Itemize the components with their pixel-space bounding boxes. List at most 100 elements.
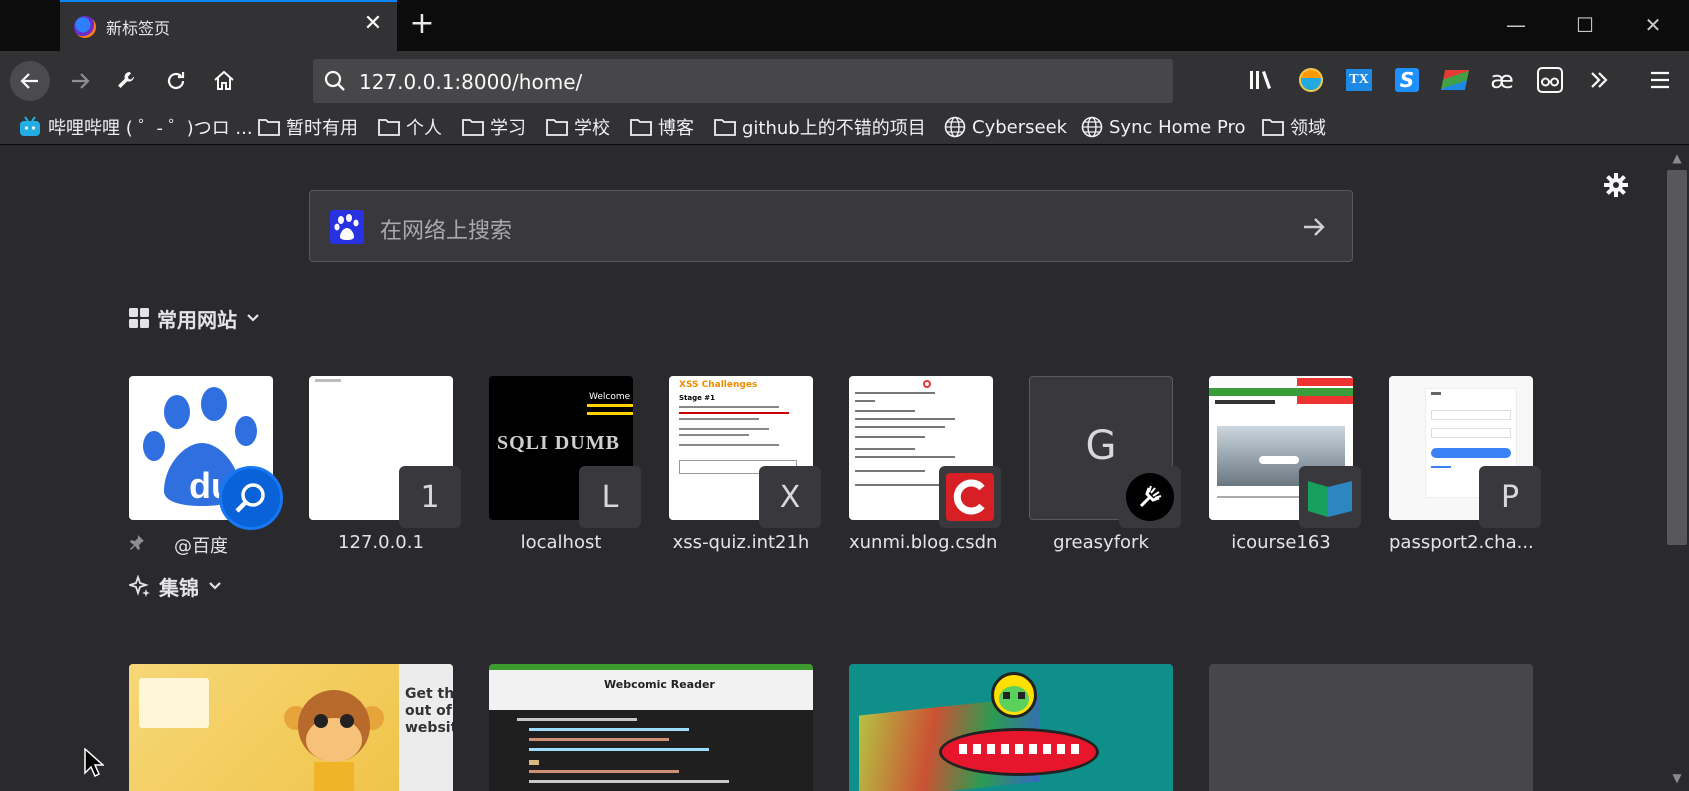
main-menu-button[interactable]	[1645, 65, 1675, 95]
highlights-heading[interactable]: 集锦	[129, 571, 223, 601]
highlight-card-placeholder	[1209, 664, 1533, 791]
highlight-card-text: Webcomic Reader	[604, 678, 715, 691]
top-site-tile[interactable]: icourse163	[1209, 376, 1361, 553]
bookmarks-toolbar: 哔哩哔哩 ( ゜- ゜)つロ ... 暂时有用 个人 学习 学校 博客 gith…	[0, 110, 1689, 145]
extension-tx-button[interactable]: TX	[1344, 65, 1374, 95]
web-search-box[interactable]: 在网络上搜索	[309, 190, 1353, 262]
reload-icon	[167, 72, 185, 90]
settings-button[interactable]	[1601, 170, 1631, 200]
bookmark-folder[interactable]: 个人	[378, 114, 442, 140]
firefox-icon	[74, 16, 96, 38]
tile-letter-badge: L	[579, 466, 641, 528]
globe-icon	[944, 116, 966, 138]
gear-icon	[1604, 173, 1628, 197]
extension-ae-button[interactable]: æ	[1487, 65, 1517, 95]
monkey-illustration-icon	[284, 684, 384, 791]
top-site-tile[interactable]: P passport2.cha...	[1389, 376, 1541, 553]
tab-title: 新标签页	[106, 19, 171, 38]
bookmark-folder[interactable]: 领域	[1262, 114, 1326, 140]
scroll-up-icon[interactable]: ▲	[1669, 150, 1685, 166]
tile-label: icourse163	[1231, 532, 1331, 553]
forward-button[interactable]	[60, 61, 100, 101]
back-button[interactable]	[10, 61, 50, 101]
glasses-extension-icon	[1537, 67, 1563, 93]
ae-extension-icon: æ	[1490, 66, 1514, 94]
arrow-right-icon[interactable]	[1300, 213, 1328, 241]
top-sites-title: 常用网站	[157, 307, 237, 332]
library-button[interactable]	[1247, 65, 1277, 95]
top-site-tile[interactable]: G greasyfork	[1029, 376, 1181, 553]
maximize-button[interactable]: ☐	[1570, 10, 1600, 40]
bookmark-item[interactable]: Sync Home Pro	[1081, 114, 1246, 140]
highlight-card[interactable]: Webcomic Reader	[489, 664, 813, 791]
overflow-menu-button[interactable]	[1584, 65, 1614, 95]
customize-button[interactable]	[107, 61, 147, 101]
tx-extension-icon: TX	[1346, 69, 1372, 91]
extension-cast-button[interactable]	[1440, 65, 1470, 95]
tab-new-tab[interactable]: 新标签页 ✕	[60, 0, 397, 51]
highlight-card[interactable]: Get the out of e website	[129, 664, 453, 791]
tile-label: 127.0.0.1	[338, 532, 424, 553]
extension-mailbox-button[interactable]	[1296, 65, 1326, 95]
top-site-tile[interactable]: du @百度	[129, 376, 283, 558]
home-icon	[214, 70, 234, 90]
folder-icon	[258, 119, 280, 136]
folder-icon	[378, 119, 400, 136]
bookmark-label: 学习	[490, 118, 526, 139]
bookmark-label: 领域	[1290, 118, 1326, 139]
tile-letter-badge: X	[759, 466, 821, 528]
chevron-down-icon	[247, 314, 259, 322]
minimize-button[interactable]: —	[1501, 10, 1531, 40]
folder-icon	[714, 119, 736, 136]
bookmark-label: 博客	[658, 118, 694, 139]
tile-label: greasyfork	[1053, 532, 1149, 553]
pin-icon	[130, 535, 144, 550]
thumb-sqli-text: SQLI DUMB	[497, 432, 620, 454]
url-text[interactable]: 127.0.0.1:8000/home/	[359, 70, 582, 94]
bookmark-folder[interactable]: github上的不错的项目	[714, 114, 926, 140]
hamburger-icon	[1651, 71, 1669, 89]
wrench-icon	[118, 72, 134, 88]
sparkle-icon	[129, 575, 150, 597]
top-site-tile[interactable]: xunmi.blog.csdn	[849, 376, 1001, 553]
tile-letter-fallback: G	[1085, 423, 1117, 469]
extension-glasses-button[interactable]	[1535, 65, 1565, 95]
top-sites-heading[interactable]: 常用网站	[129, 303, 261, 333]
grid-icon	[129, 308, 149, 328]
bookmark-folder[interactable]: 学校	[546, 114, 610, 140]
bookmark-label: Sync Home Pro	[1109, 116, 1246, 138]
icourse-icon	[1299, 466, 1361, 528]
top-site-tile[interactable]: Welcome SQLI DUMB L localhost	[489, 376, 641, 553]
bookmark-folder[interactable]: 学习	[462, 114, 526, 140]
bookmark-folder[interactable]: 暂时有用	[258, 114, 358, 140]
search-placeholder: 在网络上搜索	[380, 219, 513, 244]
globe-icon	[1081, 116, 1103, 138]
bookmark-item[interactable]: 哔哩哔哩 ( ゜- ゜)つロ ...	[18, 114, 253, 140]
bookmark-folder[interactable]: 博客	[630, 114, 694, 140]
top-site-tile[interactable]: XSS Challenges Stage #1 X xss-quiz.int21…	[669, 376, 821, 553]
reload-button[interactable]	[156, 61, 196, 101]
address-bar[interactable]: 127.0.0.1:8000/home/	[313, 59, 1173, 103]
window-close-button[interactable]: ✕	[1638, 10, 1668, 40]
double-chevron-icon	[1591, 72, 1608, 88]
mailbox-extension-icon	[1299, 68, 1323, 92]
top-site-tile[interactable]: 1 127.0.0.1	[309, 376, 461, 553]
new-tab-button[interactable]: +	[407, 9, 437, 39]
scroll-down-icon[interactable]: ▼	[1669, 770, 1685, 786]
page-scrollbar[interactable]: ▲ ▼	[1665, 146, 1689, 791]
tile-label: localhost	[520, 532, 602, 553]
close-tab-icon[interactable]: ✕	[361, 12, 385, 36]
bookmark-item[interactable]: Cyberseek	[944, 114, 1067, 140]
navigation-toolbar: 127.0.0.1:8000/home/ TX S æ	[0, 51, 1689, 110]
csdn-icon	[939, 466, 1001, 528]
tile-label: @百度	[129, 532, 273, 558]
highlight-card[interactable]	[849, 664, 1173, 791]
thumb-xss-title: XSS Challenges	[679, 380, 758, 390]
greasyfork-icon	[1119, 466, 1181, 528]
tile-label: xunmi.blog.csdn	[849, 532, 998, 553]
home-button[interactable]	[204, 61, 244, 101]
scrollbar-thumb[interactable]	[1667, 170, 1687, 545]
bookmark-label: 学校	[574, 118, 610, 139]
extension-s-button[interactable]: S	[1392, 65, 1422, 95]
mouse-cursor-icon	[84, 748, 104, 778]
